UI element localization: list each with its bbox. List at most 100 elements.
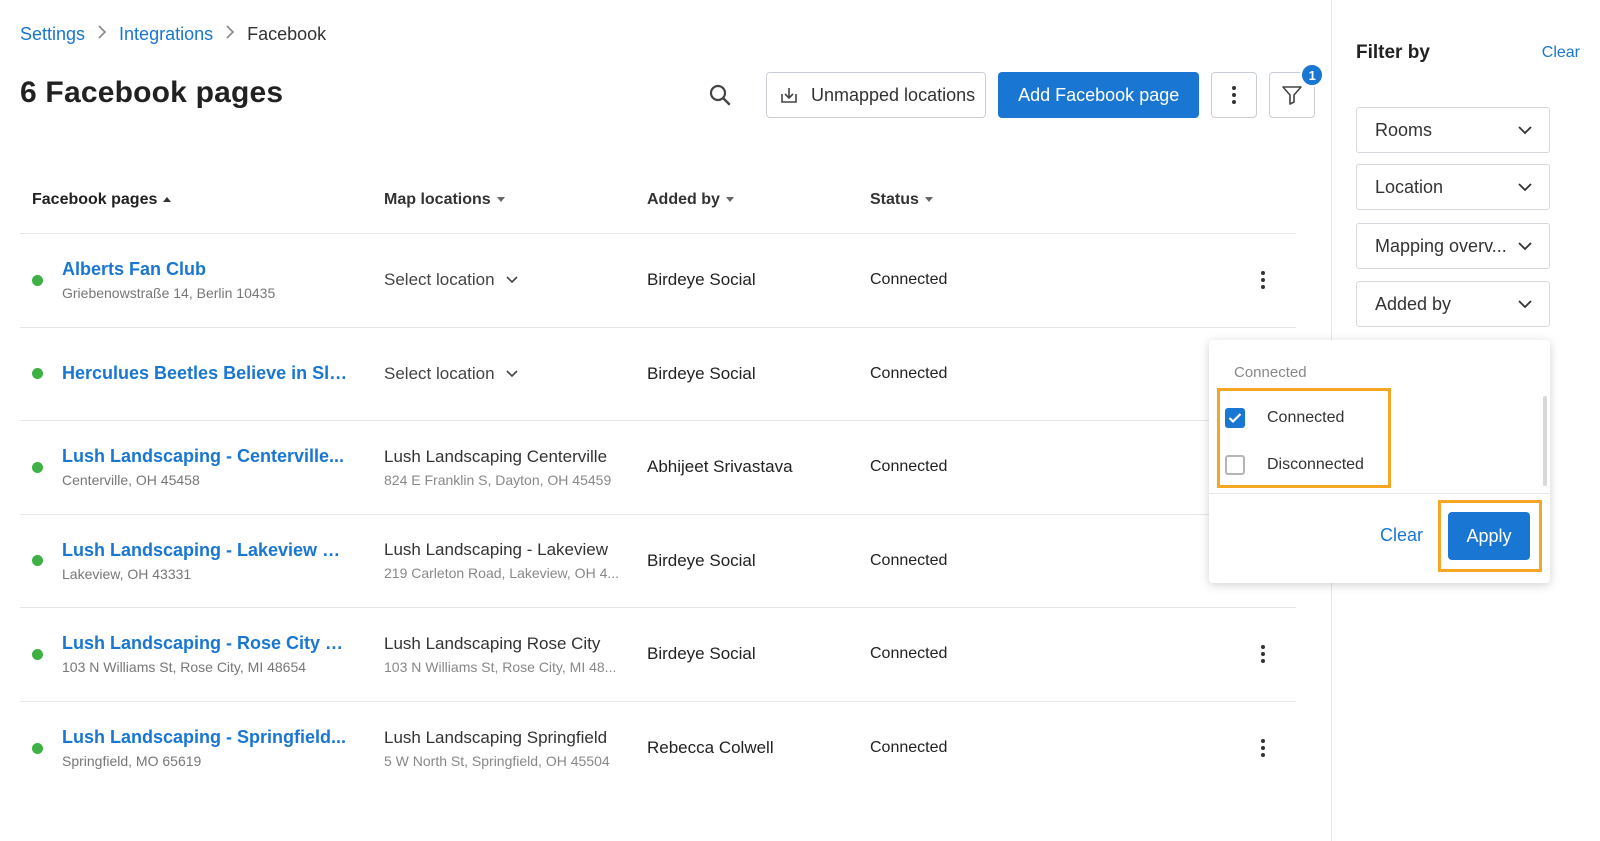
filter-added-by-dropdown[interactable]: Added by: [1356, 281, 1550, 327]
row-actions-button[interactable]: [1248, 733, 1278, 763]
status-value: Connected: [870, 739, 948, 757]
kebab-icon: [1261, 739, 1265, 758]
status-dot: [32, 274, 43, 286]
status-value: Connected: [870, 271, 948, 289]
filter-title: Filter by: [1356, 42, 1430, 63]
unmapped-locations-button[interactable]: Unmapped locations: [766, 72, 987, 118]
map-location-cell: Lush Landscaping Centerville 824 E Frank…: [384, 447, 647, 488]
header-label: Facebook pages: [32, 190, 158, 208]
page-cell: Lush Landscaping - Centerville... Center…: [20, 446, 384, 488]
header-facebook-pages[interactable]: Facebook pages: [20, 191, 384, 209]
row-actions-button[interactable]: [1248, 265, 1278, 295]
page-name-link[interactable]: Herculues Beetles Believe in Slip...: [62, 363, 352, 384]
page-cell: Alberts Fan Club Griebenowstraße 14, Ber…: [20, 259, 384, 301]
breadcrumb: Settings Integrations Facebook: [20, 24, 326, 45]
breadcrumb-integrations[interactable]: Integrations: [119, 24, 213, 45]
header-status[interactable]: Status: [870, 191, 1210, 209]
chevron-right-icon: [97, 25, 107, 44]
filter-location-dropdown[interactable]: Location: [1356, 164, 1550, 210]
page-address: Centerville, OH 45458: [62, 472, 200, 489]
kebab-icon: [1261, 645, 1265, 664]
popover-scrollbar[interactable]: [1543, 396, 1547, 486]
header-added-by[interactable]: Added by: [647, 191, 870, 209]
breadcrumb-current: Facebook: [247, 24, 327, 44]
page-cell: Lush Landscaping - Lakeview @l... Lakevi…: [20, 540, 384, 582]
sort-up-icon: [163, 197, 172, 202]
row-actions-button[interactable]: [1248, 639, 1278, 669]
select-location-dropdown[interactable]: Select location: [384, 364, 647, 384]
status-value: Connected: [870, 551, 948, 569]
select-location-dropdown[interactable]: Select location: [384, 270, 647, 290]
option-label: Connected: [1267, 409, 1345, 426]
table-row: Herculues Beetles Believe in Slip... Sel…: [20, 328, 1296, 421]
map-location-cell: Lush Landscaping Rose City 103 N William…: [384, 634, 647, 675]
header-label: Added by: [647, 190, 720, 208]
mapped-location-name: Lush Landscaping Springfield: [384, 727, 608, 747]
header-label: Status: [870, 190, 919, 208]
header-label: Map locations: [384, 190, 491, 208]
header-map-locations[interactable]: Map locations: [384, 191, 647, 209]
table-header: Facebook pages Map locations Added by St…: [20, 166, 1296, 234]
mapped-location-address: 824 E Franklin S, Dayton, OH 45459: [384, 471, 612, 488]
option-disconnected[interactable]: Disconnected: [1225, 455, 1364, 475]
breadcrumb-settings[interactable]: Settings: [20, 24, 85, 45]
map-location-cell: Lush Landscaping - Lakeview 219 Carleton…: [384, 540, 647, 581]
status-value: Connected: [870, 645, 948, 663]
added-by-value: Birdeye Social: [647, 550, 756, 570]
page-name-link[interactable]: Alberts Fan Club: [62, 259, 352, 280]
toolbar: Unmapped locations Add Facebook page 1: [700, 63, 1327, 118]
mapped-location-name: Lush Landscaping Rose City: [384, 633, 601, 653]
sort-down-icon: [725, 197, 734, 202]
page-title: 6 Facebook pages: [20, 76, 284, 109]
filter-mapping-overview-dropdown[interactable]: Mapping overv...: [1356, 223, 1550, 269]
chevron-down-icon: [1518, 183, 1532, 192]
mapped-location-address: 103 N Williams St, Rose City, MI 48...: [384, 658, 617, 675]
chevron-down-icon: [1518, 242, 1532, 251]
popover-heading: Connected: [1234, 364, 1307, 381]
table-row: Lush Landscaping - Lakeview @l... Lakevi…: [20, 515, 1296, 608]
mapped-location-address: 219 Carleton Road, Lakeview, OH 4...: [384, 565, 620, 582]
search-button[interactable]: [700, 73, 740, 117]
added-by-value: Birdeye Social: [647, 363, 756, 383]
option-connected[interactable]: Connected: [1225, 408, 1344, 428]
chevron-down-icon: [1518, 300, 1532, 309]
status-value: Connected: [870, 458, 948, 476]
added-by-value: Rebecca Colwell: [647, 738, 774, 758]
sort-down-icon: [496, 197, 505, 202]
filter-rooms-dropdown[interactable]: Rooms: [1356, 107, 1550, 153]
download-icon: [781, 88, 797, 103]
unmapped-locations-label: Unmapped locations: [811, 84, 976, 105]
checkbox-checked-icon[interactable]: [1225, 408, 1245, 428]
page-name-link[interactable]: Lush Landscaping - Springfield...: [62, 727, 352, 748]
main-content: Settings Integrations Facebook 6 Faceboo…: [0, 0, 1364, 841]
mapped-location-address: 5 W North St, Springfield, OH 45504: [384, 752, 610, 769]
added-by-value: Birdeye Social: [647, 644, 756, 664]
popover-clear-button[interactable]: Clear: [1380, 525, 1423, 546]
checkbox-unchecked-icon[interactable]: [1225, 455, 1245, 475]
mapped-location-name: Lush Landscaping Centerville: [384, 446, 608, 466]
map-location-cell: Select location: [384, 270, 647, 290]
page-cell: Lush Landscaping - Springfield... Spring…: [20, 727, 384, 769]
more-options-button[interactable]: [1211, 72, 1258, 118]
status-filter-popover: Connected Connected Disconnected Clear A…: [1209, 340, 1550, 583]
sort-down-icon: [924, 197, 933, 202]
chevron-down-icon: [506, 370, 518, 377]
filter-clear-link[interactable]: Clear: [1542, 44, 1580, 62]
page-name-link[interactable]: Lush Landscaping - Lakeview @l...: [62, 540, 352, 561]
page-name-link[interactable]: Lush Landscaping - Rose City @l...: [62, 633, 352, 654]
page-address: Griebenowstraße 14, Berlin 10435: [62, 285, 276, 302]
filter-count-badge: 1: [1300, 63, 1325, 87]
page-name-link[interactable]: Lush Landscaping - Centerville...: [62, 446, 352, 467]
map-location-cell: Select location: [384, 364, 647, 384]
apply-button[interactable]: Apply: [1448, 512, 1530, 560]
chevron-down-icon: [506, 276, 518, 284]
search-icon: [709, 84, 731, 106]
kebab-icon: [1261, 271, 1265, 290]
popover-divider: [1209, 493, 1550, 494]
add-facebook-page-button[interactable]: Add Facebook page: [998, 72, 1200, 118]
status-dot: [32, 461, 43, 473]
filter-button[interactable]: 1: [1269, 63, 1325, 118]
mapped-location-name: Lush Landscaping - Lakeview: [384, 540, 608, 560]
added-by-value: Abhijeet Srivastava: [647, 457, 793, 477]
chevron-down-icon: [1518, 126, 1532, 135]
